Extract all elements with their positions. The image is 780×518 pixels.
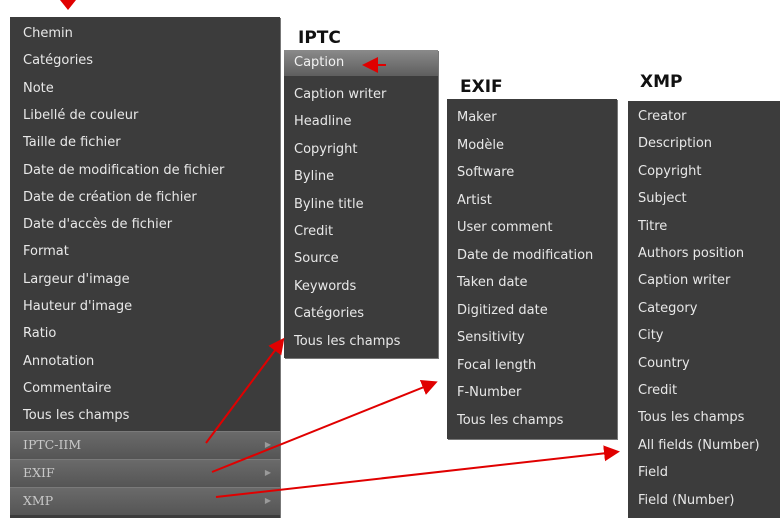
xmp-item-authors-position[interactable]: Authors position: [628, 240, 780, 267]
exif-item-tous-les-champs[interactable]: Tous les champs: [447, 407, 617, 434]
xmp-item-country[interactable]: Country: [628, 350, 780, 377]
menu-item-largeur-d-image[interactable]: Largeur d'image: [10, 266, 280, 293]
menu-item-format[interactable]: Format: [10, 238, 280, 265]
exif-submenu: Maker Modèle Software Artist User comment Dat…: [447, 99, 617, 439]
xmp-item-category[interactable]: Category: [628, 295, 780, 322]
xmp-item-description[interactable]: Description: [628, 130, 780, 157]
menu-item-note[interactable]: Note: [10, 75, 280, 102]
iptc-submenu: Caption Caption writer Headline Copyright By…: [284, 50, 438, 358]
chevron-right-icon: ▶: [264, 468, 271, 477]
exif-heading: EXIF: [460, 77, 503, 97]
chevron-right-icon: ▶: [264, 496, 271, 505]
exif-item-software[interactable]: Software: [447, 159, 617, 186]
submenu-entry-label: EXIF: [23, 465, 55, 480]
xmp-item-credit[interactable]: Credit: [628, 377, 780, 404]
iptc-item-byline[interactable]: Byline: [284, 163, 438, 190]
submenu-entry-xmp[interactable]: XMP ▶: [10, 487, 280, 515]
top-arrow-icon: [60, 0, 76, 10]
xmp-item-titre[interactable]: Titre: [628, 213, 780, 240]
xmp-item-caption-writer[interactable]: Caption writer: [628, 267, 780, 294]
exif-item-user-comment[interactable]: User comment: [447, 214, 617, 241]
iptc-item-tous-les-champs[interactable]: Tous les champs: [284, 328, 438, 355]
menu-item-date-de-creation-de-fichier[interactable]: Date de création de fichier: [10, 184, 280, 211]
xmp-item-subject[interactable]: Subject: [628, 185, 780, 212]
exif-item-date-de-modification[interactable]: Date de modification: [447, 242, 617, 269]
menu-item-ratio[interactable]: Ratio: [10, 320, 280, 347]
submenu-entry-label: XMP: [23, 493, 54, 508]
xmp-submenu: Creator Description Copyright Subject Titre A…: [628, 101, 780, 518]
iptc-item-source[interactable]: Source: [284, 245, 438, 272]
iptc-item-byline-title[interactable]: Byline title: [284, 191, 438, 218]
menu-item-annotation[interactable]: Annotation: [10, 348, 280, 375]
exif-item-taken-date[interactable]: Taken date: [447, 269, 617, 296]
menu-item-date-d-acces-de-fichier[interactable]: Date d'accès de fichier: [10, 211, 280, 238]
xmp-item-tous-les-champs[interactable]: Tous les champs: [628, 404, 780, 431]
xmp-item-all-fields-number[interactable]: All fields (Number): [628, 432, 780, 459]
iptc-item-caption[interactable]: Caption: [284, 50, 438, 76]
exif-item-digitized-date[interactable]: Digitized date: [447, 297, 617, 324]
menu-item-hauteur-d-image[interactable]: Hauteur d'image: [10, 293, 280, 320]
chevron-right-icon: ▶: [264, 440, 271, 449]
exif-item-artist[interactable]: Artist: [447, 187, 617, 214]
iptc-item-credit[interactable]: Credit: [284, 218, 438, 245]
menu-item-tous-les-champs[interactable]: Tous les champs: [10, 402, 280, 429]
menu-item-date-de-modification-de-fichier[interactable]: Date de modification de fichier: [10, 157, 280, 184]
submenu-entry-exif[interactable]: EXIF ▶: [10, 459, 280, 487]
xmp-item-field[interactable]: Field: [628, 459, 780, 486]
menu-item-commentaire[interactable]: Commentaire: [10, 375, 280, 402]
xmp-item-field-number[interactable]: Field (Number): [628, 487, 780, 514]
xmp-item-copyright[interactable]: Copyright: [628, 158, 780, 185]
xmp-item-city[interactable]: City: [628, 322, 780, 349]
iptc-item-headline[interactable]: Headline: [284, 108, 438, 135]
iptc-item-keywords[interactable]: Keywords: [284, 273, 438, 300]
menu-item-taille-de-fichier[interactable]: Taille de fichier: [10, 129, 280, 156]
exif-item-f-number[interactable]: F-Number: [447, 379, 617, 406]
submenu-entry-iptc-iim[interactable]: IPTC-IIM ▶: [10, 431, 280, 459]
menu-item-chemin[interactable]: Chemin: [10, 20, 280, 47]
menu-item-categories[interactable]: Catégories: [10, 47, 280, 74]
xmp-heading: XMP: [640, 72, 683, 92]
exif-item-focal-length[interactable]: Focal length: [447, 352, 617, 379]
iptc-item-categories[interactable]: Catégories: [284, 300, 438, 327]
iptc-heading: IPTC: [298, 28, 341, 48]
submenu-entry-label: IPTC-IIM: [23, 437, 82, 452]
exif-item-maker[interactable]: Maker: [447, 104, 617, 131]
main-context-menu: Chemin Catégories Note Libellé de couleur Ta…: [10, 17, 280, 518]
iptc-item-copyright[interactable]: Copyright: [284, 136, 438, 163]
menu-item-libelle-de-couleur[interactable]: Libellé de couleur: [10, 102, 280, 129]
xmp-item-creator[interactable]: Creator: [628, 103, 780, 130]
exif-item-modele[interactable]: Modèle: [447, 132, 617, 159]
exif-item-sensitivity[interactable]: Sensitivity: [447, 324, 617, 351]
iptc-item-caption-writer[interactable]: Caption writer: [284, 81, 438, 108]
